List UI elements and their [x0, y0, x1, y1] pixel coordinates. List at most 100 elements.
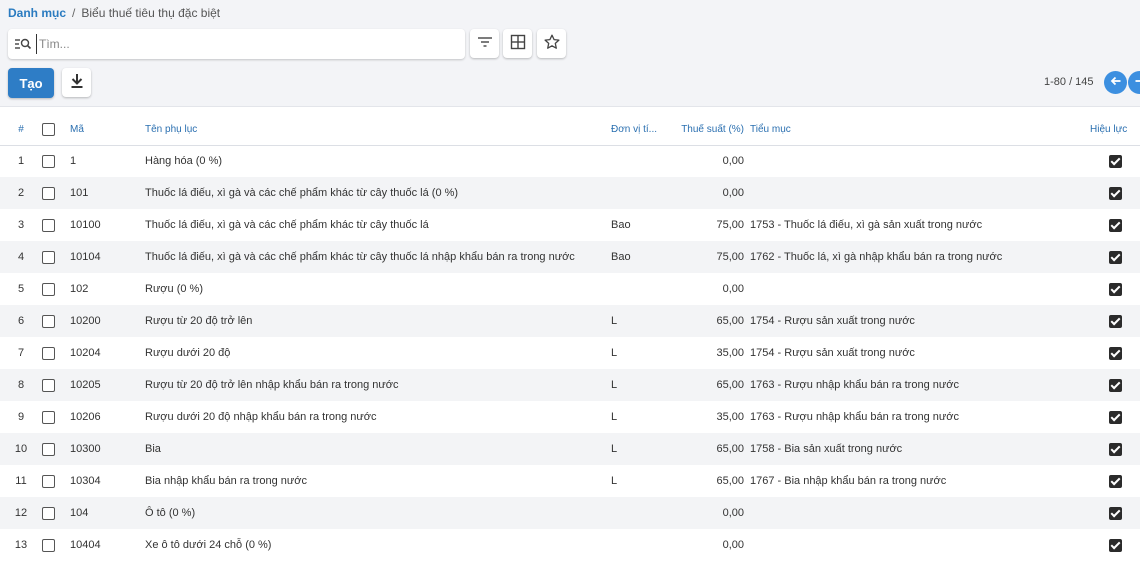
table-row[interactable]: 13 10404 Xe ô tô dưới 24 chỗ (0 %) 0,00 [0, 529, 1140, 561]
pager-next-button[interactable] [1128, 71, 1140, 94]
row-select-checkbox[interactable] [42, 442, 55, 456]
table-row[interactable]: 5 102 Rượu (0 %) 0,00 [0, 273, 1140, 305]
search-list-icon [14, 36, 32, 52]
row-code: 10404 [70, 539, 101, 551]
row-index: 6 [17, 315, 25, 327]
row-index: 9 [17, 411, 25, 423]
effective-checkbox[interactable] [1108, 506, 1122, 520]
star-icon [543, 34, 560, 53]
row-select-checkbox[interactable] [42, 154, 55, 168]
row-name: Thuốc lá điếu, xì gà và các chế phẩm khá… [145, 219, 429, 231]
row-select-checkbox[interactable] [42, 378, 55, 392]
row-unit: Bao [611, 251, 631, 263]
row-select-checkbox[interactable] [42, 250, 55, 264]
table-header-row: # Mã Tên phụ lục Đơn vị tí... Thuế suất … [0, 114, 1140, 146]
effective-checkbox[interactable] [1108, 442, 1122, 456]
row-name: Bia nhập khẩu bán ra trong nước [145, 475, 307, 487]
table-row[interactable]: 3 10100 Thuốc lá điếu, xì gà và các chế ph… [0, 209, 1140, 241]
row-select-checkbox[interactable] [42, 474, 55, 488]
search-input[interactable] [36, 34, 436, 54]
row-select-checkbox[interactable] [42, 346, 55, 360]
effective-checkbox[interactable] [1108, 314, 1122, 328]
table-row[interactable]: 4 10104 Thuốc lá điếu, xì gà và các chế ph… [0, 241, 1140, 273]
row-select-checkbox[interactable] [42, 314, 55, 328]
effective-checkbox[interactable] [1108, 250, 1122, 264]
pager-prev-button[interactable] [1104, 71, 1127, 94]
row-index: 10 [14, 443, 28, 455]
breadcrumb-root-link[interactable]: Danh mục [8, 6, 66, 20]
row-effective-cell [1090, 529, 1140, 561]
row-select-checkbox[interactable] [42, 538, 55, 552]
filter-icon [477, 35, 493, 52]
row-code: 101 [70, 187, 89, 199]
row-name: Bia [145, 443, 161, 455]
toolbar-area: Danh mục / Biểu thuế tiêu thụ đặc biệt T… [0, 0, 1140, 107]
column-header-unit[interactable]: Đơn vị tí... [611, 114, 669, 146]
row-index: 7 [17, 347, 25, 359]
column-header-effective[interactable]: Hiệu lực [1090, 114, 1140, 146]
row-effective-cell [1090, 401, 1140, 433]
row-select-checkbox[interactable] [42, 218, 55, 232]
table-row[interactable]: 8 10205 Rượu từ 20 độ trở lên nhập khẩu bá… [0, 369, 1140, 401]
columns-button[interactable] [503, 29, 532, 58]
column-header-subitem[interactable]: Tiểu mục [750, 114, 1090, 146]
row-index: 1 [17, 155, 25, 168]
effective-checkbox[interactable] [1108, 218, 1122, 232]
row-name: Rượu dưới 20 độ nhập khẩu bán ra trong n… [145, 411, 377, 423]
row-unit [611, 145, 669, 177]
row-code: 1 [70, 155, 77, 168]
row-name: Rượu dưới 20 độ [145, 347, 231, 359]
table-row[interactable]: 7 10204 Rượu dưới 20 độ L 35,00 1754 - Rượu s… [0, 337, 1140, 369]
table-row[interactable]: 6 10200 Rượu từ 20 độ trở lên L 65,00 1754 - … [0, 305, 1140, 337]
download-button[interactable] [62, 68, 91, 97]
favorite-button[interactable] [537, 29, 566, 58]
row-select-cell [42, 273, 70, 305]
row-rate: 65,00 [716, 379, 744, 391]
table-row[interactable]: 1 1 Hàng hóa (0 %) 0,00 [0, 145, 1140, 177]
column-header-name[interactable]: Tên phụ lục [145, 114, 611, 146]
row-subitem: 1754 - Rượu sản xuất trong nước [750, 315, 915, 327]
row-subitem: 1762 - Thuốc lá, xì gà nhập khẩu bán ra … [750, 251, 1003, 263]
effective-checkbox[interactable] [1108, 474, 1122, 488]
row-select-cell [42, 497, 70, 529]
create-button[interactable]: Tạo [8, 68, 54, 98]
search-bar[interactable] [8, 29, 465, 59]
effective-checkbox[interactable] [1108, 154, 1122, 168]
row-subitem [750, 177, 1090, 209]
table-row[interactable]: 12 104 Ô tô (0 %) 0,00 [0, 497, 1140, 529]
row-select-checkbox[interactable] [42, 506, 55, 520]
effective-checkbox[interactable] [1108, 282, 1122, 296]
effective-checkbox[interactable] [1108, 186, 1122, 200]
row-select-cell [42, 529, 70, 561]
row-select-checkbox[interactable] [42, 410, 55, 424]
row-select-cell [42, 177, 70, 209]
effective-checkbox[interactable] [1108, 346, 1122, 360]
effective-checkbox[interactable] [1108, 538, 1122, 552]
row-select-checkbox[interactable] [42, 186, 55, 200]
column-header-rate[interactable]: Thuế suất (%) [669, 114, 750, 146]
table-row[interactable]: 11 10304 Bia nhập khẩu bán ra trong nước L 6… [0, 465, 1140, 497]
row-index: 13 [14, 539, 28, 551]
table-row[interactable]: 10 10300 Bia L 65,00 1758 - Bia sản xuất tron… [0, 433, 1140, 465]
row-select-checkbox[interactable] [42, 282, 55, 296]
effective-checkbox[interactable] [1108, 410, 1122, 424]
row-name: Hàng hóa (0 %) [145, 155, 223, 168]
row-unit: Bao [611, 219, 631, 231]
row-select-cell [42, 401, 70, 433]
row-effective-cell [1090, 145, 1140, 177]
column-header-code[interactable]: Mã [70, 114, 145, 146]
row-rate: 75,00 [716, 219, 744, 231]
select-all-checkbox[interactable] [42, 122, 55, 136]
effective-checkbox[interactable] [1108, 378, 1122, 392]
arrow-left-icon [1110, 75, 1122, 90]
table-row[interactable]: 9 10206 Rượu dưới 20 độ nhập khẩu bán ra t… [0, 401, 1140, 433]
row-code: 104 [70, 507, 89, 519]
table-row[interactable]: 2 101 Thuốc lá điếu, xì gà và các chế phẩm… [0, 177, 1140, 209]
filter-button[interactable] [470, 29, 499, 58]
column-header-select [42, 114, 70, 146]
row-rate: 65,00 [716, 443, 744, 455]
arrow-right-icon [1134, 75, 1140, 90]
row-name: Thuốc lá điếu, xì gà và các chế phẩm khá… [145, 187, 459, 199]
row-rate: 0,00 [722, 283, 744, 295]
row-rate: 0,00 [722, 539, 744, 551]
